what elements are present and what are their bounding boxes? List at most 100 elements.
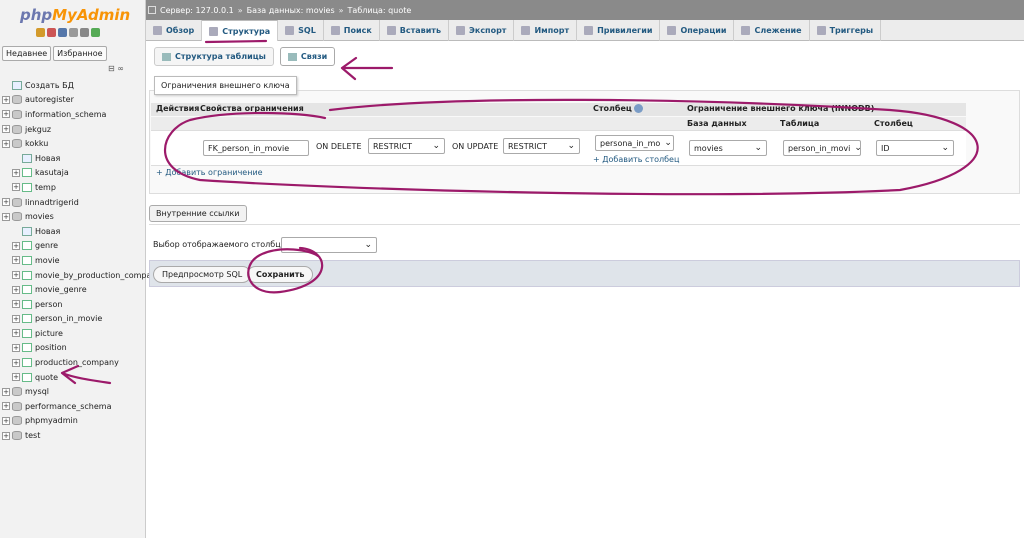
tree-new-item[interactable]: +Новая [2, 151, 144, 166]
expand-icon[interactable]: + [2, 125, 10, 134]
tree-table[interactable]: + production_company [2, 355, 144, 370]
reload-icon[interactable] [91, 28, 100, 37]
expand-icon[interactable]: + [2, 416, 10, 425]
tab-tracking[interactable]: Слежение [734, 20, 810, 41]
expand-icon[interactable]: + [12, 285, 20, 294]
expand-icon[interactable]: + [12, 358, 20, 367]
tree-table[interactable]: + person [2, 297, 144, 312]
settings-icon[interactable] [80, 28, 89, 37]
tab-privileges[interactable]: Привилегии [577, 20, 661, 41]
breadcrumb-server[interactable]: Сервер: 127.0.0.1 [160, 6, 234, 15]
expand-icon[interactable]: + [2, 110, 10, 119]
expand-icon[interactable]: + [12, 256, 20, 265]
add-column-link[interactable]: + Добавить столбец [593, 155, 679, 164]
subtab-relations[interactable]: Связи [279, 47, 336, 66]
favorites-tab[interactable]: Избранное [53, 46, 107, 61]
tree-database[interactable]: + jekguz [2, 122, 144, 137]
tree-table[interactable]: + quote [2, 370, 144, 385]
phpmyadmin-logo[interactable]: phpMyAdmin [20, 6, 130, 24]
on-update-select[interactable]: RESTRICT [503, 138, 580, 154]
expand-icon[interactable]: + [12, 271, 20, 280]
fk-database-select[interactable]: movies [689, 140, 767, 156]
tab-triggers[interactable]: Триггеры [810, 20, 882, 41]
expand-icon[interactable]: + [2, 139, 10, 148]
expand-icon[interactable]: + [2, 212, 10, 221]
tab-sql[interactable]: SQL [278, 20, 324, 41]
tab-search[interactable]: Поиск [324, 20, 380, 41]
tree-database[interactable]: + phpmyadmin [2, 414, 144, 429]
tree-database[interactable]: + movies [2, 209, 144, 224]
expand-icon[interactable]: + [2, 198, 10, 207]
tab-export[interactable]: Экспорт [449, 20, 515, 41]
expand-icon[interactable]: + [12, 300, 20, 309]
database-icon [12, 212, 22, 222]
tree-item-label: movie [35, 255, 60, 265]
expand-icon[interactable]: + [2, 387, 10, 396]
navigation-panel: phpMyAdmin Недавнее Избранное ⊟ ∞ +Созда… [0, 0, 161, 538]
expand-icon[interactable]: + [12, 343, 20, 352]
tree-database[interactable]: + performance_schema [2, 399, 144, 414]
fk-column-select[interactable]: ID [876, 140, 954, 156]
sidebar-tabs: Недавнее Избранное [2, 46, 107, 61]
expand-icon[interactable]: + [12, 329, 20, 338]
tree-table[interactable]: + position [2, 341, 144, 356]
add-constraint-link[interactable]: + Добавить ограничение [156, 168, 263, 177]
tree-item-label: production_company [35, 358, 119, 368]
tab-import[interactable]: Импорт [514, 20, 578, 41]
minimize-icon[interactable] [148, 6, 156, 14]
fk-header-row-2 [151, 117, 966, 130]
tab-structure[interactable]: Структура [202, 20, 279, 41]
tree-new-item[interactable]: +Новая [2, 224, 144, 239]
tab-insert[interactable]: Вставить [380, 20, 450, 41]
database-icon [12, 109, 22, 119]
help-icon[interactable] [58, 28, 67, 37]
collapse-all-icon[interactable]: ⊟ ∞ [108, 64, 124, 73]
expand-icon[interactable]: + [2, 95, 10, 104]
tab-operations[interactable]: Операции [660, 20, 735, 41]
internal-links-button[interactable]: Внутренние ссылки [149, 205, 247, 222]
home-icon[interactable] [36, 28, 45, 37]
tree-table[interactable]: + movie_genre [2, 282, 144, 297]
tree-table[interactable]: + temp [2, 180, 144, 195]
column-select[interactable]: persona_in_mo [595, 135, 674, 151]
tree-table[interactable]: + movie [2, 253, 144, 268]
tree-database[interactable]: + test [2, 428, 144, 443]
tree-table[interactable]: + picture [2, 326, 144, 341]
tree-table[interactable]: + person_in_movie [2, 312, 144, 327]
table-icon [22, 343, 32, 353]
expand-icon[interactable]: + [12, 314, 20, 323]
expand-icon[interactable]: + [12, 373, 20, 382]
subtab-table-structure[interactable]: Структура таблицы [154, 47, 274, 66]
help-icon[interactable] [634, 104, 643, 113]
breadcrumb-database[interactable]: База данных: movies [247, 6, 335, 15]
tree-item-label: performance_schema [25, 401, 112, 411]
tree-database[interactable]: + mysql [2, 384, 144, 399]
breadcrumb-table[interactable]: Таблица: quote [348, 6, 412, 15]
table-icon [22, 241, 32, 251]
on-delete-select[interactable]: RESTRICT [368, 138, 445, 154]
recent-tab[interactable]: Недавнее [2, 46, 52, 61]
tree-new-item[interactable]: +Создать БД [2, 78, 144, 93]
display-column-select[interactable] [281, 237, 377, 253]
tree-database[interactable]: + autoregister [2, 93, 144, 108]
expand-icon[interactable]: + [12, 183, 20, 192]
tree-table[interactable]: + movie_by_production_company [2, 268, 161, 283]
tree-item-label: movie_by_production_company [35, 270, 162, 280]
docs-icon[interactable] [69, 28, 78, 37]
constraint-name-input[interactable]: FK_person_in_movie [203, 140, 309, 156]
tree-database[interactable]: + information_schema [2, 107, 144, 122]
tree-table[interactable]: + kasutaja [2, 166, 144, 181]
expand-icon[interactable]: + [12, 168, 20, 177]
header-foreign-key: Ограничение внешнего ключа (INNODB) [687, 104, 875, 113]
expand-icon[interactable]: + [2, 402, 10, 411]
save-button[interactable]: Сохранить [247, 266, 314, 283]
tree-database[interactable]: + kokku [2, 136, 144, 151]
tree-database[interactable]: + linnadtrigerid [2, 195, 144, 210]
expand-icon[interactable]: + [2, 431, 10, 440]
tree-table[interactable]: + genre [2, 239, 144, 254]
preview-sql-button[interactable]: Предпросмотр SQL [153, 266, 252, 283]
exit-icon[interactable] [47, 28, 56, 37]
tab-browse[interactable]: Обзор [146, 20, 203, 41]
fk-table-select[interactable]: person_in_movi [783, 140, 861, 156]
expand-icon[interactable]: + [12, 241, 20, 250]
